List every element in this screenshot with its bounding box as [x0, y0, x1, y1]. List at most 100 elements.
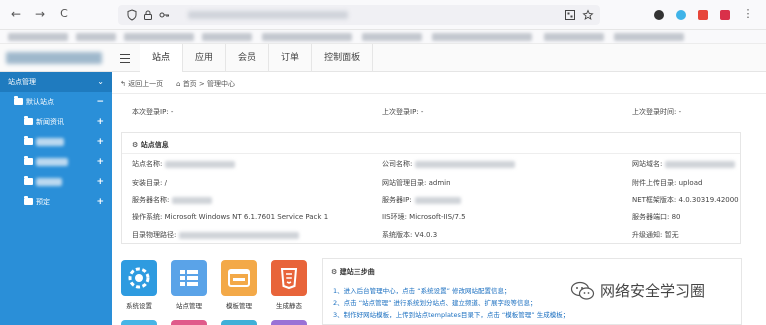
sidebar-item-label: 预定 [36, 198, 50, 206]
watermark-text: 网络安全学习圈 [600, 282, 706, 300]
label-redacted [36, 158, 68, 166]
sidebar-head[interactable]: 站点管理 ⌄ [0, 72, 112, 92]
breadcrumb-current: 管理中心 [207, 80, 236, 88]
bookmark-redacted [544, 33, 604, 41]
address-bar[interactable] [118, 5, 600, 25]
back-arrow-icon[interactable]: ← [10, 8, 22, 20]
value-redacted [665, 160, 736, 168]
label-redacted [36, 138, 64, 146]
site-manage-button[interactable] [171, 260, 207, 296]
operating-system: 操作系统: Microsoft Windows NT 6.1.7601 Serv… [132, 213, 329, 221]
app-button[interactable] [221, 320, 257, 325]
last-login-ip: 上次登录IP: - [382, 108, 424, 116]
extension-info-icon[interactable] [654, 10, 664, 20]
site-domain: 网站域名: [632, 159, 736, 169]
wechat-icon [570, 281, 595, 300]
step-item[interactable]: 3、制作好网站模板，上传到站点templates目录下，点击 “模板管理” 生成… [333, 309, 569, 319]
sidebar-item-redacted[interactable]: + [0, 132, 112, 152]
app-button[interactable] [121, 320, 157, 325]
tab-site[interactable]: 站点 [140, 44, 184, 72]
sidebar-item-redacted[interactable]: + [0, 172, 112, 192]
expand-icon[interactable]: + [96, 132, 104, 152]
url-text-redacted [188, 11, 348, 19]
app-label: 站点管理 [176, 302, 202, 310]
server-ip-label: 服务器IP: [382, 196, 412, 204]
bookmark-redacted [262, 33, 352, 41]
expand-icon[interactable]: + [96, 152, 104, 172]
sidebar-item-reserve[interactable]: 预定 + [0, 192, 112, 212]
bookmark-redacted [362, 33, 422, 41]
panel-title: ⚙ 站点信息 [132, 140, 169, 150]
app-button[interactable] [271, 320, 307, 325]
expand-icon[interactable]: + [96, 112, 104, 132]
reload-icon[interactable]: C [58, 8, 70, 20]
step-item[interactable]: 1、进入后台管理中心，点击 “系统设置” 修改网站配置信息； [333, 285, 511, 295]
app-button[interactable] [171, 320, 207, 325]
tab-members[interactable]: 会员 [226, 44, 270, 72]
physical-path-label: 目录物理路径: [132, 231, 177, 239]
template-manage-button[interactable] [221, 260, 257, 296]
breadcrumb-home[interactable]: 首页 [183, 80, 197, 88]
gear-icon [128, 267, 150, 289]
system-settings-button[interactable] [121, 260, 157, 296]
collapse-icon[interactable]: − [96, 92, 104, 112]
site-name-label: 站点名称: [132, 160, 163, 168]
template-icon [228, 269, 250, 287]
login-info: 本次登录IP: - 上次登录IP: - 上次登录时间: - [112, 104, 766, 120]
star-icon[interactable] [582, 9, 594, 21]
sidebar-item-label: 默认站点 [26, 98, 54, 106]
qr-icon[interactable] [564, 9, 576, 21]
hamburger-menu-icon[interactable] [118, 51, 132, 65]
net-version: NET框架版本: 4.0.30319.42000 [632, 196, 739, 204]
sidebar-item-news[interactable]: 新闻资讯 + [0, 112, 112, 132]
back-link[interactable]: ↰ 返回上一页 [120, 79, 163, 89]
upload-dir: 附件上传目录: upload [632, 179, 703, 187]
home-icon: ⌂ [176, 80, 181, 88]
app-label: 生成静态 [276, 302, 302, 310]
step-item[interactable]: 2、点击 “站点管理” 进行系统划分站点、建立频道、扩展字段等信息； [333, 297, 537, 307]
main-tabs: 站点 应用 会员 订单 控制面板 [140, 44, 374, 72]
breadcrumb: ↰ 返回上一页 ⌂ 首页 > 管理中心 [112, 72, 766, 94]
current-login-ip: 本次登录IP: - [132, 108, 174, 116]
grid-list-icon [180, 270, 198, 286]
extension-red-icon[interactable] [720, 10, 730, 20]
system-version: 系统版本: V4.0.3 [382, 231, 438, 239]
tab-control-panel[interactable]: 控制面板 [312, 44, 374, 72]
forward-arrow-icon[interactable]: → [34, 8, 46, 20]
return-icon: ↰ [120, 80, 126, 88]
back-link-label: 返回上一页 [128, 80, 164, 88]
menu-more-icon[interactable]: ⋮ [742, 8, 754, 20]
sidebar-item-redacted[interactable]: + [0, 152, 112, 172]
value-redacted [179, 231, 300, 239]
value-redacted [165, 160, 236, 168]
sidebar-item-default-site[interactable]: 默认站点 − [0, 92, 112, 112]
bookmark-redacted [614, 33, 684, 41]
panel-title-text: 站点信息 [140, 141, 169, 149]
extension-gear-icon[interactable] [676, 10, 686, 20]
tab-apps[interactable]: 应用 [183, 44, 227, 72]
manage-dir: 网站管理目录: admin [382, 179, 451, 187]
chevron-down-icon[interactable]: ⌄ [97, 72, 104, 92]
steps-title-text: 建站三步曲 [339, 268, 375, 276]
logo-redacted [6, 52, 102, 64]
app-header: 站点 应用 会员 订单 控制面板 [0, 44, 766, 72]
expand-icon[interactable]: + [96, 192, 104, 212]
gear-icon: ⚙ [331, 268, 338, 276]
upgrade-notice: 升级通知: 暂无 [632, 231, 679, 239]
generate-static-button[interactable] [271, 260, 307, 296]
bookmarks-bar [0, 30, 766, 44]
physical-path: 目录物理路径: [132, 230, 300, 240]
bookmark-redacted [202, 33, 252, 41]
key-icon[interactable] [158, 9, 170, 21]
extension-puzzle-icon[interactable] [698, 10, 708, 20]
lock-icon[interactable] [142, 9, 154, 21]
server-name: 服务器名称: [132, 195, 213, 205]
site-info-panel: ⚙ 站点信息 站点名称: 公司名称: 网站域名: 安装目录: / 网站管理目录:… [121, 132, 741, 244]
iis-env: IIS环境: Microsoft-IIS/7.5 [382, 213, 466, 221]
folder-icon [24, 156, 33, 165]
expand-icon[interactable]: + [96, 172, 104, 192]
gear-icon: ⚙ [132, 141, 139, 149]
tab-orders[interactable]: 订单 [269, 44, 313, 72]
sidebar: 站点管理 ⌄ 默认站点 − 新闻资讯 + + + + 预定 + [0, 72, 112, 325]
shield-icon[interactable] [126, 9, 138, 21]
